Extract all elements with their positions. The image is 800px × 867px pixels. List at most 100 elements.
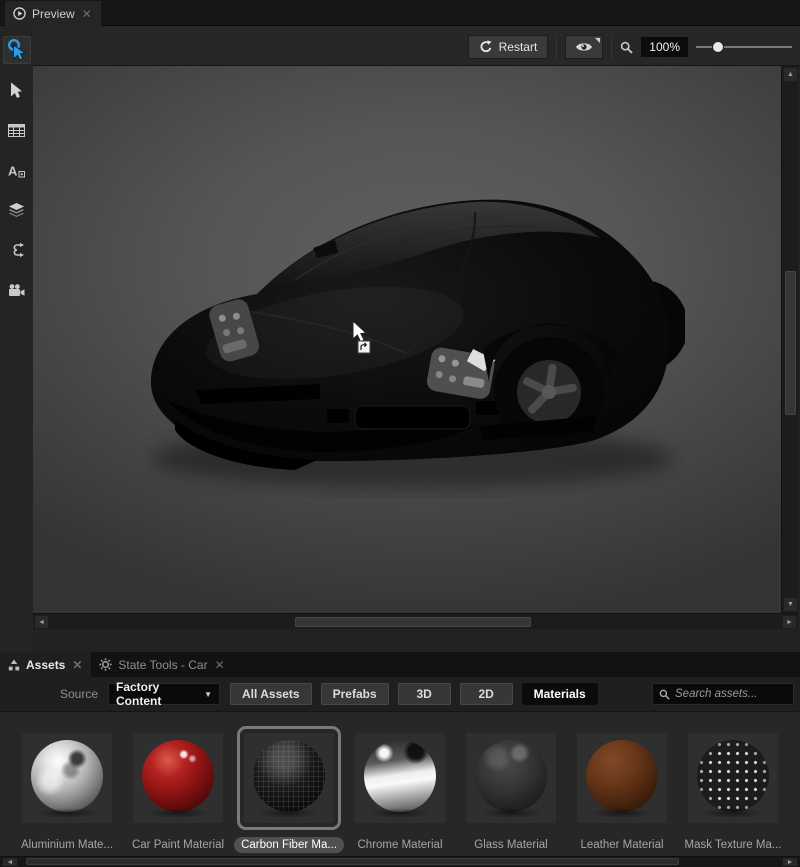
- tab-state-tools-car[interactable]: State Tools - Car ✕: [91, 652, 233, 677]
- asset-search-box[interactable]: [652, 683, 794, 705]
- connections-tool-button[interactable]: [3, 236, 31, 264]
- scroll-up-arrow[interactable]: ▲: [784, 68, 797, 81]
- select-tool-button[interactable]: [3, 76, 31, 104]
- material-card-car-paint-material[interactable]: Car Paint Material: [133, 733, 223, 853]
- tab-preview[interactable]: Preview ✕: [5, 1, 101, 26]
- material-sphere-preview: [253, 740, 325, 812]
- materials-scroll-thumb[interactable]: [26, 858, 679, 865]
- filter-button-2d[interactable]: 2D: [460, 683, 513, 705]
- scroll-right-arrow[interactable]: ►: [783, 858, 797, 866]
- source-dropdown[interactable]: Factory Content ▼: [108, 683, 220, 705]
- filter-button-prefabs[interactable]: Prefabs: [321, 683, 389, 705]
- tool-sidebar: A: [0, 26, 33, 652]
- toolbar-separator: [556, 34, 557, 60]
- zoom-magnifier-icon: [620, 41, 633, 54]
- assets-panel: Assets ✕ State Tools - Car ✕ Source Fact…: [0, 652, 800, 867]
- scroll-down-arrow[interactable]: ▼: [784, 598, 797, 611]
- material-sphere-preview: [697, 740, 769, 812]
- filter-button-3d[interactable]: 3D: [398, 683, 451, 705]
- tab-assets-label: Assets: [26, 658, 65, 672]
- tab-state-tools-label: State Tools - Car: [118, 658, 207, 672]
- visibility-button[interactable]: [565, 35, 603, 59]
- table-icon: [8, 124, 25, 137]
- material-thumbnail: [244, 733, 334, 823]
- material-label: Chrome Material: [351, 837, 450, 853]
- material-thumbnail: [688, 733, 778, 823]
- material-thumbnail: [577, 733, 667, 823]
- gear-icon: [99, 658, 112, 671]
- application-window: Preview ✕ Restart 100%: [0, 0, 800, 867]
- material-card-mask-texture-ma[interactable]: Mask Texture Ma...: [688, 733, 778, 853]
- zoom-slider-track: [696, 46, 792, 48]
- material-thumbnail: [133, 733, 223, 823]
- pick-cursor-icon: [7, 39, 27, 61]
- material-thumbnail: [355, 733, 445, 823]
- bottom-tab-bar: Assets ✕ State Tools - Car ✕: [0, 652, 800, 677]
- source-label: Source: [60, 687, 98, 701]
- scroll-left-arrow[interactable]: ◄: [35, 616, 48, 628]
- material-sphere-preview: [475, 740, 547, 812]
- layers-icon: [8, 202, 25, 218]
- search-input[interactable]: [675, 688, 785, 700]
- material-sphere-preview: [31, 740, 103, 812]
- material-thumbnail: [466, 733, 556, 823]
- tab-preview-label: Preview: [32, 7, 75, 21]
- viewport-vertical-scrollbar[interactable]: ▲ ▼: [781, 66, 798, 613]
- preview-viewport[interactable]: [33, 66, 781, 613]
- dropdown-corner-indicator: [595, 38, 600, 43]
- close-icon[interactable]: ✕: [71, 659, 83, 671]
- material-label: Car Paint Material: [125, 837, 231, 853]
- restart-circular-arrow-icon: [479, 40, 493, 54]
- material-card-chrome-material[interactable]: Chrome Material: [355, 733, 445, 853]
- material-sphere-preview: [586, 740, 658, 812]
- material-card-glass-material[interactable]: Glass Material: [466, 733, 556, 853]
- camera-icon: [8, 284, 25, 297]
- material-sphere-preview: [364, 740, 436, 812]
- viewport-horizontal-scrollbar[interactable]: ◄ ►: [33, 613, 798, 629]
- material-card-leather-material[interactable]: Leather Material: [577, 733, 667, 853]
- tab-assets[interactable]: Assets ✕: [0, 652, 91, 677]
- zoom-slider[interactable]: [696, 40, 792, 54]
- material-sphere-preview: [142, 740, 214, 812]
- layers-tool-button[interactable]: [3, 196, 31, 224]
- camera-tool-button[interactable]: [3, 276, 31, 304]
- assets-controls-row: Source Factory Content ▼ All Assets Prefa…: [0, 677, 800, 712]
- search-icon: [659, 689, 670, 700]
- table-view-button[interactable]: [3, 116, 31, 144]
- filter-button-materials[interactable]: Materials: [522, 683, 598, 705]
- text-tool-button[interactable]: A: [3, 156, 31, 184]
- close-icon[interactable]: ✕: [214, 659, 226, 671]
- close-icon[interactable]: ✕: [81, 8, 93, 20]
- zoom-level-field[interactable]: 100%: [641, 37, 688, 57]
- filter-button-all-assets[interactable]: All Assets: [230, 683, 312, 705]
- material-card-aluminium-mate[interactable]: Aluminium Mate...: [22, 733, 112, 853]
- text-tool-icon: A: [8, 163, 25, 178]
- svg-text:A: A: [8, 163, 18, 178]
- vertical-scroll-thumb[interactable]: [785, 271, 796, 415]
- scroll-left-arrow[interactable]: ◄: [3, 858, 17, 866]
- scroll-right-arrow[interactable]: ►: [783, 616, 796, 628]
- zoom-slider-thumb[interactable]: [712, 41, 724, 53]
- pick-tool-button[interactable]: [3, 36, 31, 64]
- horizontal-scroll-thumb[interactable]: [295, 617, 531, 627]
- viewport-toolbar: Restart 100%: [33, 26, 800, 66]
- material-label: Leather Material: [573, 837, 670, 853]
- chevron-down-icon: ▼: [204, 690, 212, 699]
- material-label: Mask Texture Ma...: [678, 837, 789, 853]
- play-circle-icon: [13, 7, 26, 20]
- material-card-carbon-fiber-ma[interactable]: Carbon Fiber Ma...: [244, 733, 334, 853]
- top-tab-bar: Preview ✕: [0, 0, 800, 26]
- material-label: Aluminium Mate...: [14, 837, 120, 853]
- branch-arrows-icon: [10, 242, 24, 258]
- mouse-cursor: [345, 319, 373, 355]
- eye-visibility-icon: [575, 41, 593, 53]
- material-label: Glass Material: [467, 837, 555, 853]
- assets-tree-icon: [8, 659, 20, 671]
- materials-grid: Aluminium Mate... Car Paint Material Car…: [0, 712, 800, 856]
- restart-button[interactable]: Restart: [468, 35, 549, 59]
- material-thumbnail: [22, 733, 112, 823]
- arrow-cursor-icon: [10, 82, 23, 99]
- toolbar-separator: [611, 34, 612, 60]
- materials-horizontal-scrollbar[interactable]: ◄ ►: [0, 856, 800, 867]
- source-dropdown-value: Factory Content: [116, 680, 204, 708]
